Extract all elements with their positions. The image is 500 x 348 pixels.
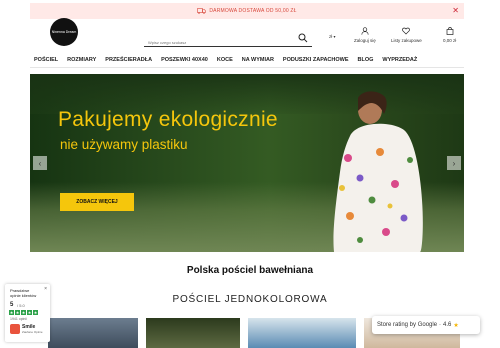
google-rating-value: 4.6 (443, 322, 452, 328)
reviews-close-button[interactable]: × (44, 286, 47, 292)
hero-cta-button[interactable]: ZOBACZ WIĘCEJ (60, 193, 134, 211)
search-icon[interactable] (298, 33, 308, 43)
nav-item-rozmiary[interactable]: ROZMIARY (63, 57, 101, 63)
smile-logo-icon (10, 324, 20, 334)
product-image[interactable] (146, 318, 240, 348)
reviews-score: 5 (10, 302, 14, 308)
nav-item-przescieradla[interactable]: PRZEŚCIERADŁA (101, 57, 157, 63)
hero-banner[interactable]: Pakujemy ekologicznie nie używamy plasti… (30, 74, 464, 252)
reviews-badge[interactable]: Prawdziwe opinie klientów × 5 / 5.0 ★ ★ ★ ★… (5, 284, 50, 342)
wishlist-label: Listy zakupowe (391, 38, 422, 43)
reviews-title-line2: opinie klientów (10, 293, 37, 298)
google-rating-label: Store rating by Google (377, 322, 438, 328)
carousel-next-button[interactable]: › (447, 156, 461, 170)
nav-item-wyprzedaz[interactable]: WYPRZEDAŻ (378, 57, 422, 63)
nav-item-blog[interactable]: BLOG (354, 57, 379, 63)
reviews-badge-title: Prawdziwe opinie klientów (10, 288, 36, 298)
reviews-count: 1941 opinii (10, 317, 27, 321)
reviews-stars: ★ ★ ★ ★ ★ (9, 310, 38, 315)
nav-divider (30, 67, 464, 68)
nav-item-na-wymiar[interactable]: NA WYMIAR (238, 57, 279, 63)
star-icon: ★ (33, 310, 38, 315)
search-bar (144, 31, 312, 49)
nav-item-poszewki[interactable]: POSZEWKI 40X40 (157, 57, 213, 63)
search-input[interactable] (144, 36, 292, 49)
currency-label: zł (329, 34, 333, 39)
chevron-left-icon: ‹ (38, 158, 42, 168)
star-icon: ★ (21, 310, 26, 315)
logo[interactable]: Ninenna Dream (50, 18, 78, 46)
truck-icon (197, 8, 207, 14)
hero-person-image (333, 91, 423, 252)
section-title: Polska pościel bawełniana (186, 265, 314, 276)
nav-item-poduszki[interactable]: PODUSZKI ZAPACHOWE (279, 57, 354, 63)
login-label: Zaloguj się (354, 38, 376, 43)
promo-text-wrap: DARMOWA DOSTAWA od 50,00 zł (197, 8, 296, 14)
google-rating-badge[interactable]: Store rating by Google · 4.6 ★ (372, 316, 480, 334)
product-image[interactable] (248, 318, 356, 348)
reviews-scale: / 5.0 (17, 303, 25, 308)
product-image[interactable] (48, 318, 138, 348)
user-icon (361, 27, 369, 35)
nav-item-koce[interactable]: KOCE (213, 57, 238, 63)
login-link[interactable]: Zaloguj się (354, 27, 376, 43)
currency-select[interactable]: zł ▾ (329, 34, 336, 39)
reviews-brand-sub: Zaufane Opinie (22, 330, 43, 334)
promo-bar: DARMOWA DOSTAWA od 50,00 zł ✕ (30, 3, 464, 19)
heart-icon (402, 27, 411, 35)
cart-link[interactable]: 0,00 zł (443, 27, 456, 43)
hero-subtitle: nie używamy plastiku (60, 137, 188, 152)
bag-icon (446, 27, 453, 35)
google-rating-separator: · (439, 322, 442, 328)
hero-title: Pakujemy ekologicznie (58, 108, 278, 131)
category-title[interactable]: POŚCIEL JEDNOKOLOROWA (0, 294, 500, 305)
carousel-prev-button[interactable]: ‹ (33, 156, 47, 170)
chevron-right-icon: › (452, 158, 456, 168)
star-icon: ★ (453, 322, 459, 329)
star-icon: ★ (9, 310, 14, 315)
chevron-down-icon: ▾ (333, 34, 336, 39)
nav-item-posciel[interactable]: POŚCIEL (30, 57, 63, 63)
main-nav: POŚCIEL ROZMIARY PRZEŚCIERADŁA POSZEWKI … (30, 57, 422, 63)
promo-text: DARMOWA DOSTAWA od 50,00 zł (209, 8, 297, 14)
star-icon: ★ (15, 310, 20, 315)
cart-total: 0,00 zł (443, 38, 457, 43)
star-icon: ★ (27, 310, 32, 315)
wishlist-link[interactable]: Listy zakupowe (391, 27, 422, 43)
promo-close-button[interactable]: ✕ (452, 6, 459, 16)
